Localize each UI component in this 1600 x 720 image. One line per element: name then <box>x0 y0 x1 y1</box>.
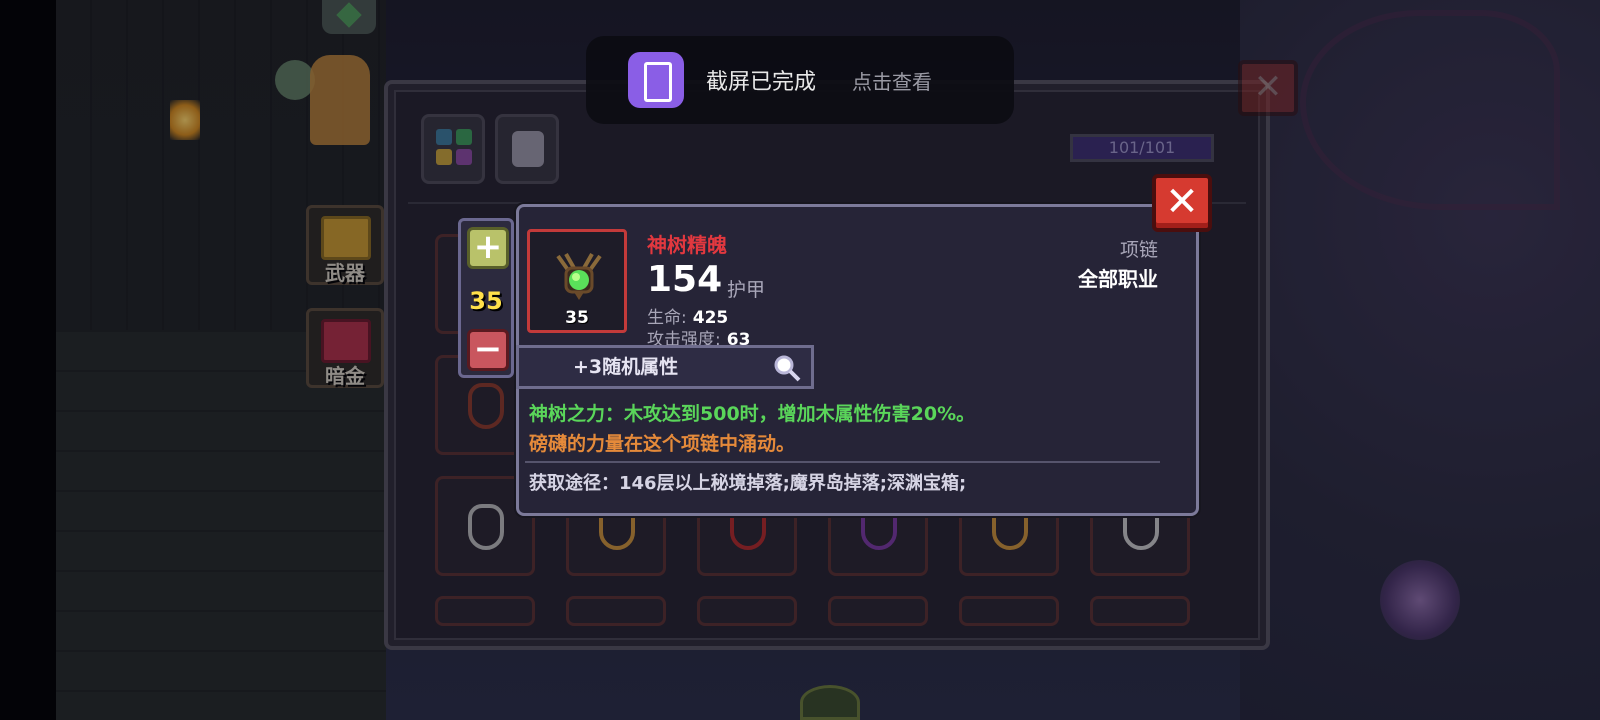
toast-view-link[interactable]: 点击查看 <box>852 66 932 95</box>
random-attribute-button[interactable]: +3随机属性 <box>516 345 814 389</box>
magnifier-icon[interactable] <box>773 354 801 382</box>
toast-title: 截屏已完成 <box>706 70 817 95</box>
divider <box>525 461 1160 463</box>
screenshot-toast[interactable]: 截屏已完成 点击查看 <box>586 36 1014 124</box>
item-source-text: 获取途径：146层以上秘境掉落;魔界岛掉落;深渊宝箱; <box>529 473 967 494</box>
tree-spirit-necklace-icon <box>556 253 602 300</box>
item-icon-frame: 35 <box>527 229 627 333</box>
item-level: 35 <box>565 308 589 328</box>
level-decrease-button[interactable]: − <box>467 329 509 371</box>
level-increase-button[interactable]: + <box>467 227 509 269</box>
level-stepper: + 35 − <box>458 218 514 378</box>
class-requirement: 全部职业 <box>1078 267 1158 291</box>
item-flavor-text: 磅礴的力量在这个项链中涌动。 <box>529 433 796 455</box>
armor-label: 护甲 <box>727 279 766 301</box>
equipment-slot-type: 项链 <box>1119 239 1158 261</box>
item-tooltip: 35 神树精魄 154 护甲 生命: 425 攻击强度: 63 项链 全部职业 +3… <box>516 204 1199 516</box>
screenshot-thumbnail-icon <box>628 52 684 108</box>
random-attribute-label: +3随机属性 <box>573 356 679 378</box>
armor-value: 154 <box>647 259 723 300</box>
close-tooltip-button[interactable]: ✕ <box>1152 174 1212 232</box>
level-value: 35 <box>469 287 503 315</box>
item-name: 神树精魄 <box>647 233 727 257</box>
item-effect-text: 神树之力：木攻达到500时，增加木属性伤害20%。 <box>529 403 976 425</box>
